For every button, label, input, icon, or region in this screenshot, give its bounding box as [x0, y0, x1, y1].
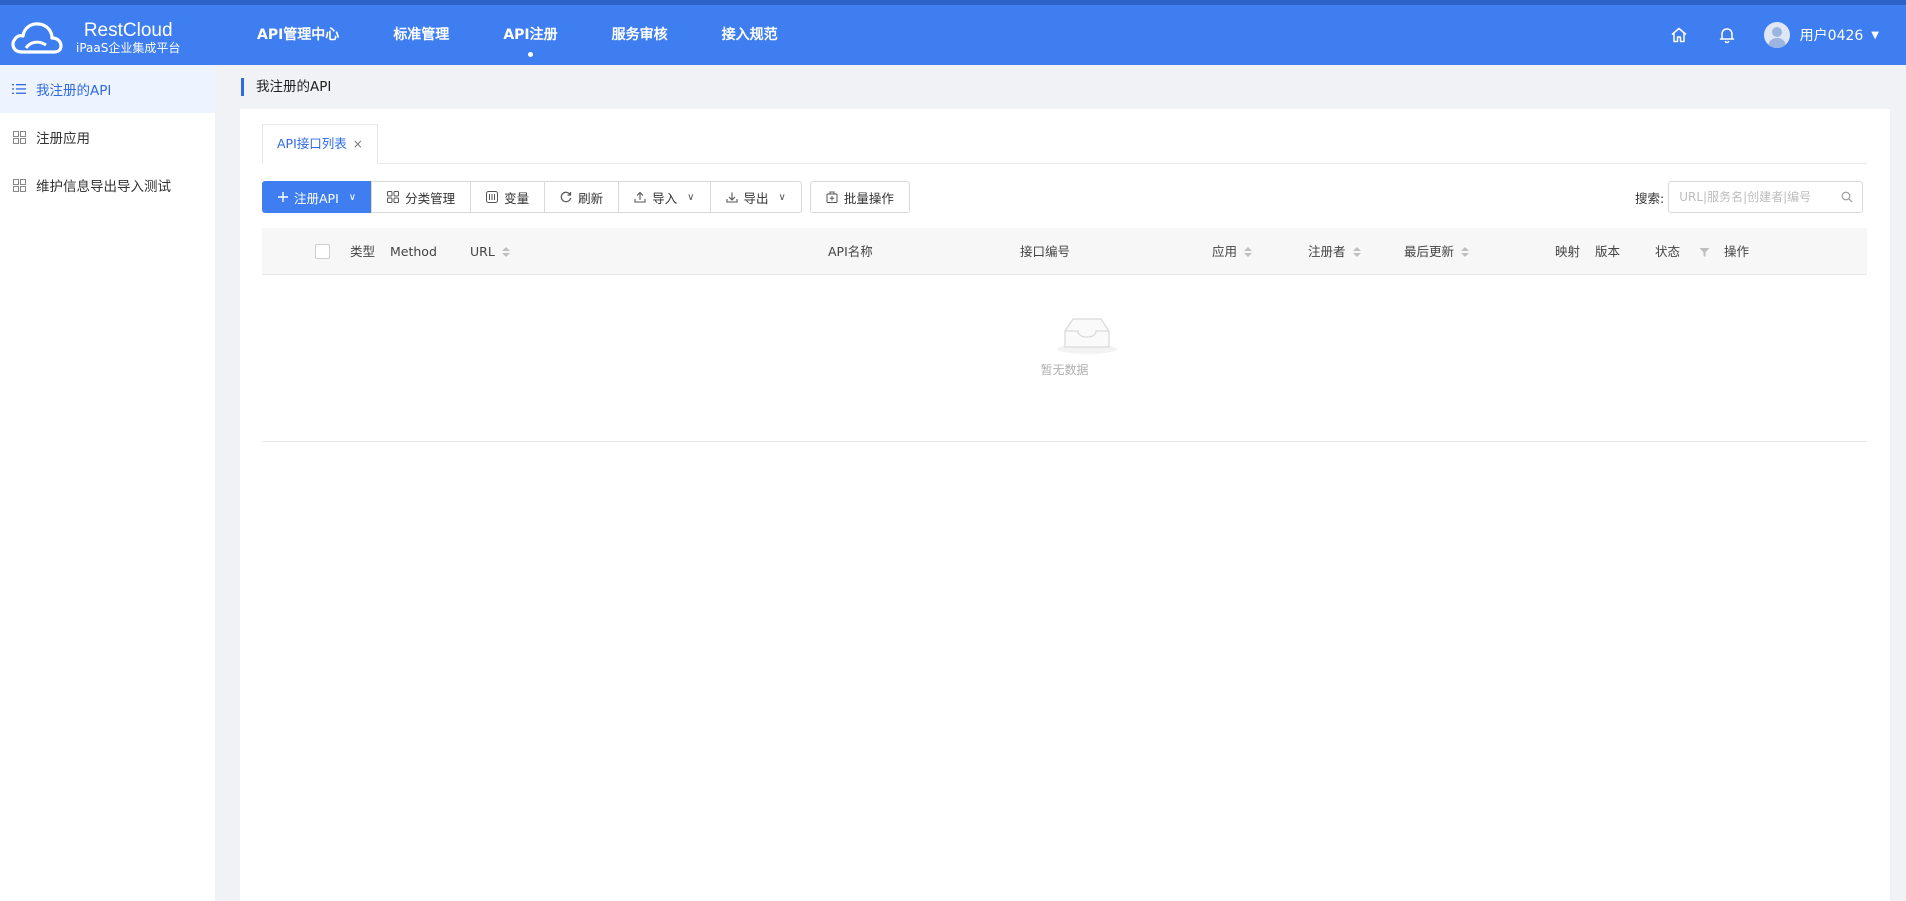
- column-label: 最后更新: [1404, 244, 1455, 259]
- button-label: 分类管理: [405, 190, 456, 206]
- col-updated[interactable]: 最后更新: [1404, 228, 1470, 275]
- nav-api-center[interactable]: API管理中心: [230, 5, 366, 65]
- chevron-down-icon: ∨: [348, 191, 357, 203]
- button-label: 批量操作: [843, 190, 894, 206]
- button-label: 刷新: [578, 190, 604, 206]
- select-all-checkbox[interactable]: [315, 244, 330, 259]
- variable-icon: [486, 191, 499, 203]
- col-url[interactable]: URL: [470, 228, 510, 275]
- search-box: [1668, 181, 1864, 213]
- caret-down-icon[interactable]: ▼: [1871, 30, 1879, 41]
- import-button[interactable]: 导入 ∨: [618, 181, 711, 213]
- variables-button[interactable]: 变量: [470, 181, 546, 213]
- tab-bar: API接口列表 ×: [262, 124, 1867, 164]
- cloud-logo-icon: [11, 22, 63, 54]
- category-manage-button[interactable]: 分类管理: [371, 181, 472, 213]
- user-name[interactable]: 用户0426: [1800, 25, 1864, 45]
- grid-icon: [387, 191, 400, 203]
- sidebar: 我注册的API 注册应用 维护信息导出导入测试: [0, 65, 215, 901]
- col-method: Method: [390, 244, 437, 259]
- col-type: 类型: [350, 244, 376, 259]
- brand-title: RestCloud: [83, 20, 173, 42]
- plus-icon: [278, 192, 288, 202]
- sidebar-item-label: 我注册的API: [36, 83, 112, 99]
- upload-icon: [634, 191, 646, 203]
- button-label: 导入: [652, 190, 678, 206]
- refresh-button[interactable]: 刷新: [544, 181, 620, 213]
- filter-icon[interactable]: [1699, 246, 1710, 261]
- empty-state: 暂无数据: [262, 275, 1867, 442]
- empty-text: 暂无数据: [1040, 363, 1089, 377]
- empty-inbox-icon: [1055, 313, 1119, 359]
- sidebar-item-label: 注册应用: [36, 131, 90, 147]
- refresh-icon: [560, 191, 572, 203]
- col-app[interactable]: 应用: [1212, 228, 1253, 275]
- grid-icon: [12, 178, 26, 192]
- download-icon: [725, 191, 738, 203]
- sidebar-item-label: 维护信息导出导入测试: [36, 179, 171, 195]
- list-icon: [12, 82, 26, 96]
- brand-logo[interactable]: RestCloud iPaaS企业集成平台: [8, 14, 180, 62]
- sort-icon[interactable]: [1461, 246, 1470, 257]
- sort-icon[interactable]: [501, 246, 510, 257]
- col-mapping: 映射: [1555, 244, 1581, 259]
- nav-access-spec[interactable]: 接入规范: [695, 5, 805, 65]
- toolbar: 注册API ∨ 分类管理 变量 刷新 导入 ∨ 导出 ∨ 批量操作: [262, 181, 910, 213]
- tab-api-list[interactable]: API接口列表 ×: [262, 124, 378, 164]
- sidebar-item-my-apis[interactable]: 我注册的API: [0, 65, 215, 113]
- search-label: 搜索:: [1635, 190, 1665, 206]
- nav-service-review[interactable]: 服务审核: [585, 5, 695, 65]
- sidebar-item-maintenance-test[interactable]: 维护信息导出导入测试: [0, 161, 215, 209]
- sort-icon[interactable]: [1352, 246, 1361, 257]
- table-header: 类型 Method URL API名称 接口编号 应用 注册者 最后更新 映射 …: [262, 228, 1867, 275]
- search-icon[interactable]: [1841, 191, 1853, 207]
- sidebar-item-register-app[interactable]: 注册应用: [0, 113, 215, 161]
- button-label: 变量: [504, 190, 530, 206]
- batch-icon: [826, 191, 838, 203]
- column-label: 应用: [1212, 244, 1238, 259]
- col-registrant[interactable]: 注册者: [1308, 228, 1361, 275]
- page-title: 我注册的API: [241, 78, 331, 96]
- export-button[interactable]: 导出 ∨: [709, 181, 802, 213]
- column-label: 注册者: [1308, 244, 1346, 259]
- col-code: 接口编号: [1020, 244, 1071, 259]
- close-icon[interactable]: ×: [353, 137, 363, 151]
- home-icon[interactable]: [1668, 24, 1690, 46]
- search-input[interactable]: [1669, 182, 1863, 212]
- brand-subtitle: iPaaS企业集成平台: [76, 41, 181, 56]
- col-version: 版本: [1595, 244, 1621, 259]
- button-label: 注册API: [294, 190, 339, 206]
- chevron-down-icon: ∨: [687, 191, 695, 203]
- search-area: 搜索:: [1635, 181, 1864, 213]
- main-panel: API接口列表 × 注册API ∨ 分类管理 变量 刷新 导入 ∨ 导出 ∨ 批…: [240, 109, 1890, 901]
- chevron-down-icon: ∨: [778, 191, 786, 203]
- sort-icon[interactable]: [1244, 246, 1253, 257]
- column-label: URL: [470, 244, 495, 259]
- register-api-button[interactable]: 注册API ∨: [262, 181, 373, 213]
- nav-standards[interactable]: 标准管理: [366, 5, 476, 65]
- batch-operations-button[interactable]: 批量操作: [809, 181, 910, 213]
- top-bar: RestCloud iPaaS企业集成平台 API管理中心 标准管理 API注册…: [0, 0, 1906, 65]
- tab-label: API接口列表: [277, 136, 347, 151]
- button-label: 导出: [743, 190, 769, 206]
- grid-icon: [12, 130, 26, 144]
- col-status: 状态: [1655, 244, 1681, 259]
- col-actions: 操作: [1724, 244, 1750, 259]
- nav-api-register[interactable]: API注册: [476, 5, 584, 65]
- main-nav: API管理中心 标准管理 API注册 服务审核 接入规范: [230, 5, 805, 65]
- bell-icon[interactable]: [1716, 24, 1738, 46]
- col-api-name: API名称: [828, 244, 873, 259]
- avatar[interactable]: [1763, 22, 1790, 48]
